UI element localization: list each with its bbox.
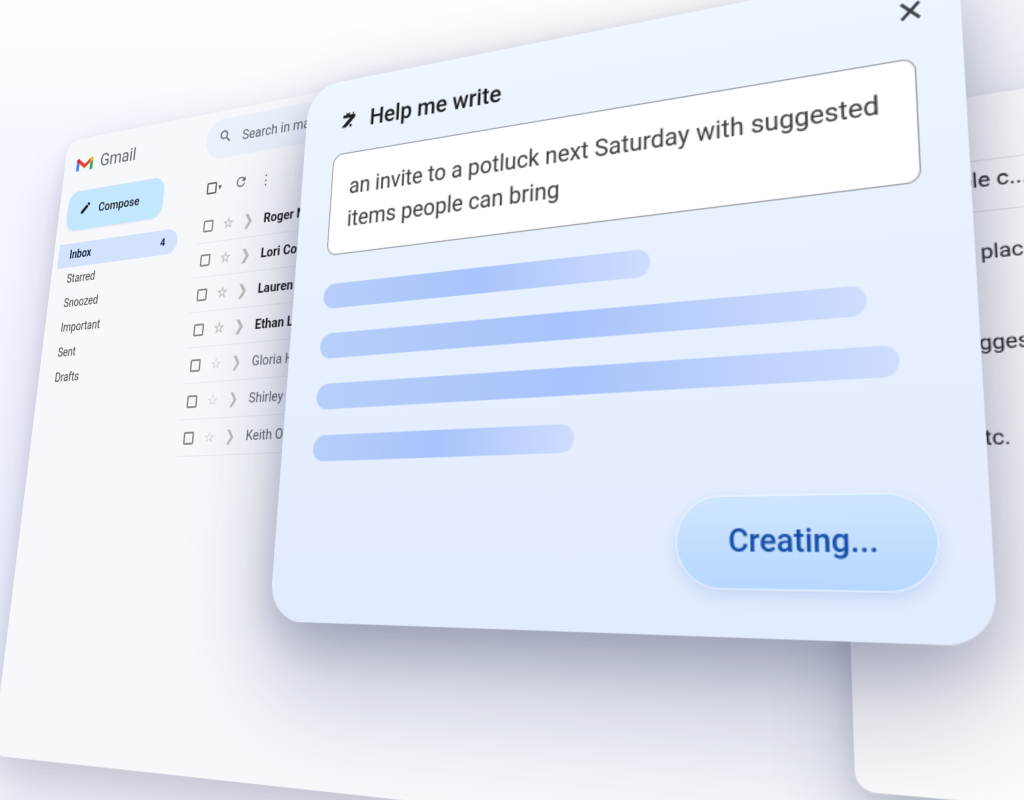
sidebar-item-label: Snoozed — [63, 293, 99, 310]
help-me-write-dialog: ✕ Help me write an invite to a potluck n… — [269, 0, 998, 646]
dialog-title: Help me write — [369, 81, 502, 131]
gmail-logo-icon — [75, 153, 95, 173]
shimmer-line — [312, 423, 574, 461]
important-icon[interactable]: ❯ — [231, 352, 242, 370]
row-checkbox[interactable] — [190, 358, 201, 371]
more-icon[interactable]: ⋮ — [260, 171, 272, 188]
creating-label: Creating... — [728, 522, 879, 560]
chevron-down-icon: ▾ — [218, 182, 222, 192]
gmail-logo-row: Gmail — [67, 128, 189, 190]
sidebar-item-label: Important — [60, 317, 101, 334]
creating-button[interactable]: Creating... — [676, 491, 942, 593]
star-icon[interactable]: ☆ — [222, 214, 234, 232]
important-icon[interactable]: ❯ — [234, 316, 245, 334]
gmail-brand: Gmail — [99, 144, 137, 170]
sidebar-item-label: Starred — [66, 269, 96, 286]
sidebar-item-label: Inbox — [69, 246, 92, 262]
magic-wand-icon — [338, 106, 359, 137]
row-checkbox[interactable] — [186, 394, 197, 407]
search-icon — [218, 126, 234, 148]
sidebar-item-label: Sent — [57, 345, 76, 360]
row-checkbox[interactable] — [203, 219, 214, 232]
row-checkbox[interactable] — [193, 322, 204, 335]
row-checkbox[interactable] — [196, 287, 207, 300]
important-icon[interactable]: ❯ — [237, 280, 248, 298]
compose-label: Compose — [98, 193, 141, 214]
star-icon[interactable]: ☆ — [203, 427, 215, 445]
loading-shimmer — [312, 217, 934, 461]
row-checkbox[interactable] — [200, 253, 211, 266]
important-icon[interactable]: ❯ — [227, 389, 239, 407]
dialog-footer: Creating... — [304, 491, 942, 593]
star-icon[interactable]: ☆ — [216, 283, 228, 301]
star-icon[interactable]: ☆ — [213, 318, 225, 336]
shimmer-line — [323, 248, 650, 309]
row-checkbox[interactable] — [183, 431, 194, 444]
star-icon[interactable]: ☆ — [210, 354, 222, 372]
pencil-icon — [79, 199, 92, 218]
important-icon[interactable]: ❯ — [240, 245, 251, 263]
star-icon[interactable]: ☆ — [206, 390, 218, 408]
close-icon[interactable]: ✕ — [895, 0, 926, 32]
important-icon[interactable]: ❯ — [224, 426, 236, 444]
star-icon[interactable]: ☆ — [219, 248, 231, 266]
inbox-count: 4 — [160, 236, 166, 249]
select-all-checkbox[interactable]: ▾ — [206, 180, 222, 194]
refresh-icon[interactable] — [234, 173, 249, 194]
important-icon[interactable]: ❯ — [243, 211, 254, 229]
folder-list: Inbox 4 Starred Snoozed Important Sent D… — [42, 228, 179, 392]
shimmer-line — [316, 344, 900, 409]
sidebar-item-label: Drafts — [54, 369, 80, 384]
